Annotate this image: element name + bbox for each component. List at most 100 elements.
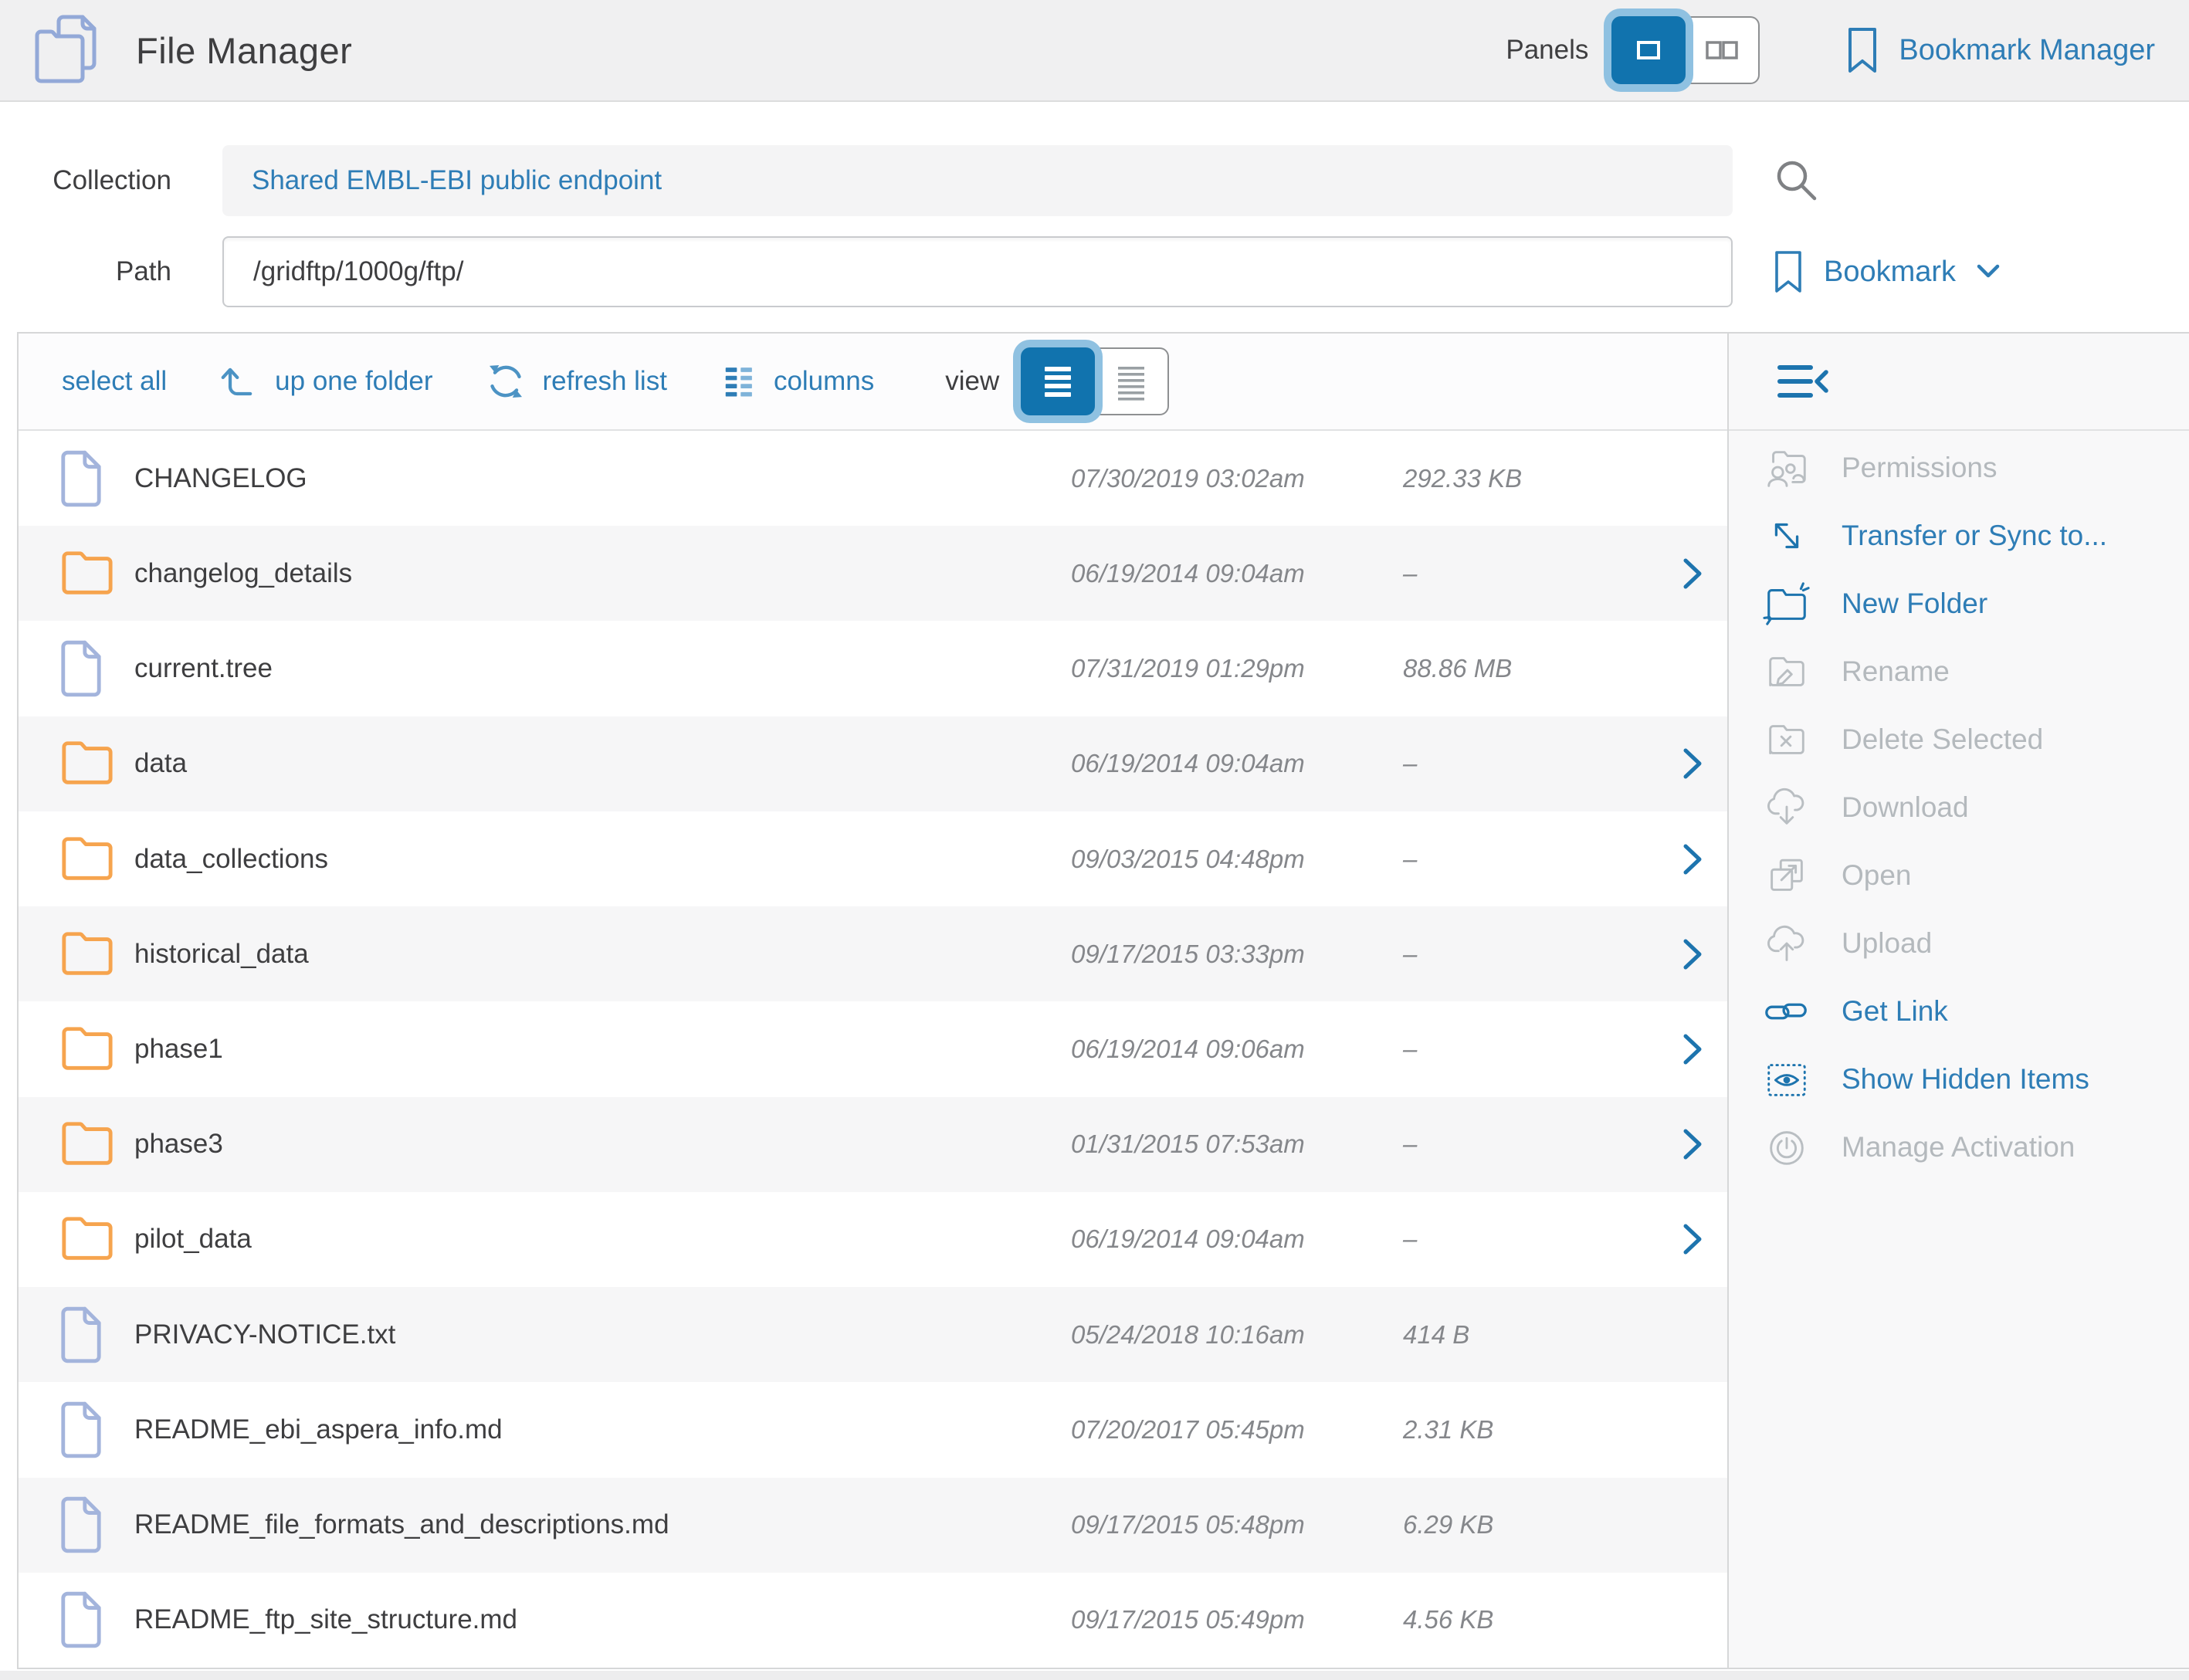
bookmark-manager-label: Bookmark Manager: [1899, 34, 2155, 67]
columns-label: columns: [774, 366, 874, 397]
compact-view-button[interactable]: [1095, 347, 1169, 415]
sidebar-item-label: Delete Selected: [1842, 723, 2043, 756]
file-row[interactable]: historical_data09/17/2015 03:33pm–: [19, 906, 1727, 1001]
file-size: –: [1403, 1224, 1658, 1254]
file-name[interactable]: phase3: [134, 1129, 1071, 1160]
folder-icon: [19, 1212, 134, 1266]
open-folder-chevron-icon[interactable]: [1658, 841, 1727, 878]
file-row[interactable]: current.tree07/31/2019 01:29pm88.86 MB: [19, 621, 1727, 716]
search-icon[interactable]: [1773, 157, 1821, 205]
file-row[interactable]: changelog_details06/19/2014 09:04am–: [19, 526, 1727, 621]
path-label: Path: [0, 256, 171, 287]
list-view-button[interactable]: [1021, 347, 1095, 415]
sidebar-item-show-hidden[interactable]: Show Hidden Items: [1729, 1045, 2189, 1113]
file-name[interactable]: data: [134, 748, 1071, 779]
file-icon: [19, 640, 134, 697]
open-icon: [1761, 850, 1812, 901]
sidebar-item-label: Open: [1842, 859, 1912, 892]
sidebar-item-label: Permissions: [1842, 452, 1998, 484]
sidebar-item-upload[interactable]: Upload: [1729, 909, 2189, 977]
sidebar-item-download[interactable]: Download: [1729, 774, 2189, 842]
refresh-list-button[interactable]: refresh list: [484, 360, 667, 403]
columns-button[interactable]: columns: [718, 361, 874, 401]
sidebar-item-transfer[interactable]: Transfer or Sync to...: [1729, 502, 2189, 570]
file-icon: [19, 1591, 134, 1648]
open-folder-chevron-icon[interactable]: [1658, 1031, 1727, 1068]
sidebar-item-open[interactable]: Open: [1729, 842, 2189, 909]
sidebar-item-rename[interactable]: Rename: [1729, 638, 2189, 706]
file-row[interactable]: CHANGELOG07/30/2019 03:02am292.33 KB: [19, 431, 1727, 526]
file-icon: [19, 1496, 134, 1553]
path-value: /gridftp/1000g/ftp/: [253, 256, 463, 287]
file-manager-icon: [31, 13, 111, 87]
open-folder-chevron-icon[interactable]: [1658, 1126, 1727, 1163]
file-modified: 09/17/2015 03:33pm: [1071, 940, 1403, 969]
open-folder-chevron-icon[interactable]: [1658, 555, 1727, 592]
bookmark-dropdown[interactable]: Bookmark: [1773, 250, 2001, 293]
sidebar-item-get-link[interactable]: Get Link: [1729, 977, 2189, 1045]
sidebar-item-new-folder[interactable]: New Folder: [1729, 570, 2189, 638]
file-row[interactable]: README_file_formats_and_descriptions.md0…: [19, 1478, 1727, 1573]
file-row[interactable]: README_ebi_aspera_info.md07/20/2017 05:4…: [19, 1382, 1727, 1477]
file-row[interactable]: phase106/19/2014 09:06am–: [19, 1001, 1727, 1096]
select-all-button[interactable]: select all: [62, 366, 167, 397]
upload-icon: [1761, 918, 1812, 969]
collection-field[interactable]: Shared EMBL-EBI public endpoint: [222, 145, 1733, 216]
open-folder-chevron-icon[interactable]: [1658, 745, 1727, 782]
file-row[interactable]: README_ftp_site_structure.md09/17/2015 0…: [19, 1573, 1727, 1668]
folder-icon: [19, 927, 134, 981]
file-size: –: [1403, 940, 1658, 969]
up-one-folder-button[interactable]: up one folder: [218, 361, 432, 402]
file-name[interactable]: README_ebi_aspera_info.md: [134, 1414, 1071, 1445]
open-folder-chevron-icon[interactable]: [1658, 936, 1727, 973]
file-row[interactable]: data_collections09/03/2015 04:48pm–: [19, 811, 1727, 906]
folder-icon: [19, 1117, 134, 1171]
file-name[interactable]: current.tree: [134, 653, 1071, 684]
single-panel-icon: [1624, 25, 1673, 75]
file-row[interactable]: phase301/31/2015 07:53am–: [19, 1097, 1727, 1192]
refresh-icon: [484, 360, 527, 403]
download-icon: [1761, 782, 1812, 833]
file-icon: [19, 1401, 134, 1458]
page-title: File Manager: [136, 29, 352, 72]
file-row[interactable]: data06/19/2014 09:04am–: [19, 716, 1727, 811]
list-toolbar: select all up one folder: [19, 334, 1727, 431]
file-name[interactable]: README_file_formats_and_descriptions.md: [134, 1509, 1071, 1540]
file-name[interactable]: pilot_data: [134, 1224, 1071, 1255]
file-name[interactable]: README_ftp_site_structure.md: [134, 1604, 1071, 1635]
single-panel-button[interactable]: [1611, 16, 1686, 84]
file-modified: 06/19/2014 09:04am: [1071, 1224, 1403, 1254]
file-size: –: [1403, 1035, 1658, 1064]
sidebar-item-delete[interactable]: Delete Selected: [1729, 706, 2189, 774]
rename-icon: [1761, 646, 1812, 697]
file-modified: 06/19/2014 09:04am: [1071, 559, 1403, 588]
file-name[interactable]: phase1: [134, 1034, 1071, 1065]
sidebar-item-label: Manage Activation: [1842, 1131, 2075, 1163]
file-modified: 07/30/2019 03:02am: [1071, 464, 1403, 493]
collapse-sidebar-icon[interactable]: [1777, 362, 1831, 401]
up-one-folder-label: up one folder: [275, 366, 432, 397]
file-row[interactable]: pilot_data06/19/2014 09:04am–: [19, 1192, 1727, 1287]
file-name[interactable]: historical_data: [134, 939, 1071, 970]
show-hidden-icon: [1761, 1054, 1812, 1105]
sidebar-item-permissions[interactable]: Permissions: [1729, 434, 2189, 502]
file-name[interactable]: PRIVACY-NOTICE.txt: [134, 1319, 1071, 1350]
sidebar-item-label: Rename: [1842, 655, 1950, 688]
file-name[interactable]: CHANGELOG: [134, 463, 1071, 494]
folder-icon: [19, 1022, 134, 1076]
file-name[interactable]: data_collections: [134, 844, 1071, 875]
dual-panel-button[interactable]: [1686, 16, 1760, 84]
file-name[interactable]: changelog_details: [134, 558, 1071, 589]
sidebar-item-manage-activation[interactable]: Manage Activation: [1729, 1113, 2189, 1181]
path-input[interactable]: /gridftp/1000g/ftp/: [222, 236, 1733, 307]
sidebar-item-label: Get Link: [1842, 995, 1948, 1028]
panels-toggle: [1611, 16, 1760, 84]
bookmark-manager-button[interactable]: Bookmark Manager: [1845, 26, 2155, 74]
collection-label: Collection: [0, 165, 171, 196]
file-modified: 09/17/2015 05:49pm: [1071, 1605, 1403, 1634]
chevron-down-icon: [1976, 263, 2001, 280]
list-view-icon: [1033, 357, 1083, 406]
open-folder-chevron-icon[interactable]: [1658, 1221, 1727, 1258]
file-row[interactable]: PRIVACY-NOTICE.txt05/24/2018 10:16am414 …: [19, 1287, 1727, 1382]
file-icon: [19, 450, 134, 507]
